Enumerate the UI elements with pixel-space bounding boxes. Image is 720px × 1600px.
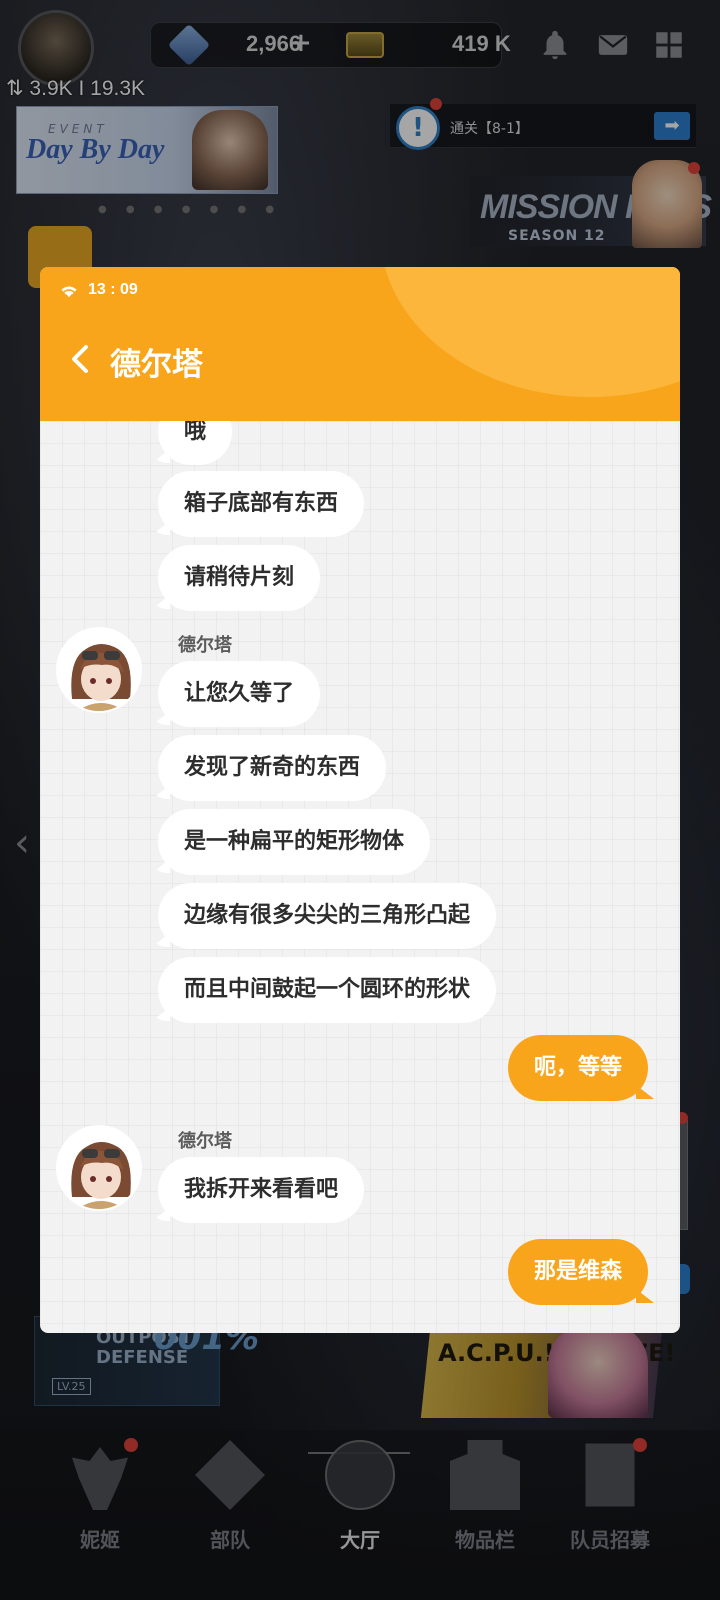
chat-window: 13 : 09 德尔塔 哦 箱子底部有东西 请稍待片刻 德尔塔 让您久等了 发现… [40, 267, 680, 1333]
sender-name: 德尔塔 [178, 1131, 232, 1152]
reply-bubble: 那是维森 [507, 1239, 648, 1305]
wifi-icon [61, 286, 77, 298]
message-list[interactable]: 哦 箱子底部有东西 请稍待片刻 德尔塔 让您久等了 发现了新奇的东西 是一种扁平… [40, 421, 680, 1333]
message-bubble: 让您久等了 [158, 661, 321, 727]
sender-name: 德尔塔 [178, 635, 232, 656]
message-bubble: 请稍待片刻 [158, 545, 321, 611]
header-decoration [380, 267, 680, 397]
message-bubble: 边缘有很多尖尖的三角形凸起 [158, 883, 497, 949]
reply-bubble: 呃，等等 [507, 1035, 648, 1101]
message-bubble: 发现了新奇的东西 [158, 735, 387, 801]
chat-title: 德尔塔 [110, 347, 203, 383]
delta-avatar[interactable] [56, 1125, 142, 1211]
delta-avatar[interactable] [56, 627, 142, 713]
message-bubble: 我拆开来看看吧 [158, 1157, 365, 1223]
back-arrow-icon[interactable] [68, 343, 92, 375]
message-bubble: 箱子底部有东西 [158, 471, 365, 537]
message-bubble: 是一种扁平的矩形物体 [158, 809, 431, 875]
message-bubble: 哦 [158, 421, 233, 465]
chat-header: 13 : 09 德尔塔 [40, 267, 680, 421]
message-bubble: 而且中间鼓起一个圆环的形状 [158, 957, 497, 1023]
chat-clock: 13 : 09 [88, 281, 138, 298]
